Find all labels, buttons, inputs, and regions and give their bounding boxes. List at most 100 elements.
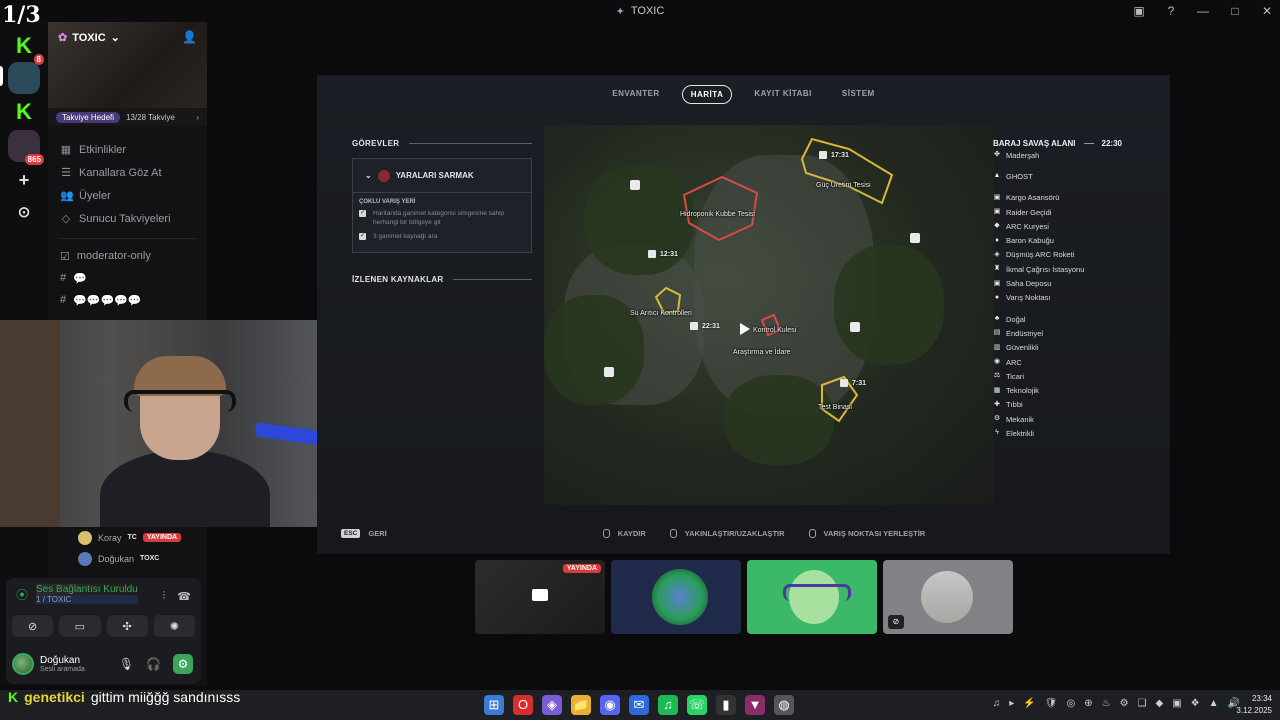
legend-item[interactable]: ♜ İkmal Çağrısı İstasyonu <box>993 262 1153 276</box>
taskbar-app-icon[interactable]: ♫ <box>658 695 678 715</box>
legend-item[interactable]: ✤ Maderşah <box>993 148 1153 162</box>
window-title-text: TOXIC <box>630 5 665 17</box>
nav-server-boosts[interactable]: ◇ Sunucu Takviyeleri <box>60 207 197 230</box>
legend-item[interactable]: ◉ ARC <box>993 355 1153 369</box>
tray-icon[interactable]: ▲ <box>1209 698 1219 709</box>
legend-item[interactable]: ⚖ Ticari <box>993 369 1153 383</box>
voice-status[interactable]: Ses Bağlantısı Kuruldu <box>36 584 138 595</box>
game-map[interactable]: Hidroponik Kubbe Tesisi Güç Üretim Tesis… <box>544 125 994 505</box>
discover-button[interactable]: ⊙ <box>8 196 40 228</box>
participant-tile[interactable] <box>611 560 741 634</box>
participant-tile-stream[interactable]: YAYINDA <box>475 560 605 634</box>
boost-goal-bar[interactable]: Takviye Hedefi 13/28 Takviye › <box>48 108 207 126</box>
help-icon[interactable]: ? <box>1164 4 1178 18</box>
tray-icon[interactable]: ♨ <box>1102 698 1111 709</box>
inbox-icon[interactable]: ▣ <box>1132 4 1146 18</box>
legend-item[interactable]: ▤ Endüstriyel <box>993 326 1153 340</box>
camera-off-button[interactable]: ⊘ <box>12 615 54 637</box>
tray-icon[interactable]: ◆ <box>1156 698 1164 709</box>
invite-people-icon[interactable]: 👤 <box>182 30 197 44</box>
legend-item[interactable]: ▥ Güvenlikli <box>993 341 1153 355</box>
disconnect-icon[interactable]: ☎ <box>177 590 191 603</box>
tray-icon[interactable]: ◎ <box>1066 698 1075 709</box>
tab-logbook[interactable]: KAYIT KİTABI <box>746 85 820 104</box>
legend-item[interactable]: ● Varış Noktası <box>993 291 1153 305</box>
map-marker-icon[interactable] <box>850 322 860 332</box>
voice-user[interactable]: Koray TC YAYINDA <box>48 527 207 548</box>
tray-icon[interactable]: ▣ <box>1172 698 1181 709</box>
nav-browse-channels[interactable]: ☰ Kanallara Göz At <box>60 161 197 184</box>
channel-chat-2[interactable]: # 💬💬💬💬💬 <box>48 289 207 311</box>
taskbar-app-icon[interactable]: O <box>513 695 533 715</box>
taskbar-app-icon[interactable]: ⊞ <box>484 695 504 715</box>
tray-icon[interactable]: ⚡ <box>1023 698 1035 709</box>
maximize-button[interactable]: □ <box>1228 4 1242 18</box>
voice-user[interactable]: Doğukan TOXC <box>48 548 207 569</box>
server-name[interactable]: ✿ TOXIC ⌄ <box>58 31 120 45</box>
tray-icon[interactable]: 🛡 <box>1045 698 1058 709</box>
participant-tile[interactable] <box>747 560 877 634</box>
legend-item[interactable]: ▣ Raider Geçidi <box>993 205 1153 219</box>
close-button[interactable]: ✕ <box>1260 4 1274 18</box>
noise-suppression-icon[interactable]: ⫶ <box>163 590 166 603</box>
avatar[interactable] <box>12 653 34 675</box>
microphone-icon[interactable]: 🎙 <box>119 657 134 671</box>
soundboard-button[interactable]: ✺ <box>153 615 195 637</box>
stream-view[interactable]: ENVANTER HARİTA KAYIT KİTABI SİSTEM GÖRE… <box>317 75 1170 554</box>
tray-icon[interactable]: ⊕ <box>1084 698 1092 709</box>
legend-item[interactable]: ⚙ Mekanik <box>993 412 1153 426</box>
headphones-icon[interactable]: 🎧 <box>146 657 161 671</box>
taskbar-app-icon[interactable]: ◍ <box>774 695 794 715</box>
channel-moderator-only[interactable]: ☑ moderator-only <box>48 245 207 267</box>
clock[interactable]: 23:34 3.12.2025 <box>1236 693 1272 717</box>
map-marker-icon[interactable] <box>604 367 614 377</box>
legend-item[interactable]: ♦ Baron Kabuğu <box>993 233 1153 247</box>
taskbar-app-icon[interactable]: ✉ <box>629 695 649 715</box>
quest-header[interactable]: ⌄ YARALARI SARMAK <box>353 159 531 193</box>
tab-map[interactable]: HARİTA <box>681 85 733 104</box>
legend-item[interactable]: ▣ Kargo Asansörü <box>993 191 1153 205</box>
back-hint[interactable]: GERİ <box>368 529 386 538</box>
tab-system[interactable]: SİSTEM <box>834 85 883 104</box>
tray-icon[interactable]: ▸ <box>1009 698 1014 709</box>
tray-icon[interactable]: ❖ <box>1191 698 1200 709</box>
activities-button[interactable]: ✣ <box>106 615 148 637</box>
nav-members[interactable]: 👥 Üyeler <box>60 184 197 207</box>
tab-inventory[interactable]: ENVANTER <box>604 85 667 104</box>
tray-icon[interactable]: ❏ <box>1138 698 1147 709</box>
quest-card[interactable]: ⌄ YARALARI SARMAK ÇOKLU VARIŞ YERİ ✓ Har… <box>352 158 532 253</box>
taskbar-app-icon[interactable]: ☏ <box>687 695 707 715</box>
taskbar-app-icon[interactable]: ◈ <box>542 695 562 715</box>
legend-item[interactable]: ◈ Düşmüş ARC Roketi <box>993 248 1153 262</box>
server-banner[interactable]: ✿ TOXIC ⌄ 👤 <box>48 22 207 108</box>
legend-item[interactable]: ✚ Tıbbi <box>993 398 1153 412</box>
legend-icon: ⚖ <box>993 372 1001 380</box>
tray-icon[interactable]: ⚙ <box>1120 698 1129 709</box>
server-folder[interactable]: 865 <box>8 130 44 165</box>
taskbar-app-icon[interactable]: ◉ <box>600 695 620 715</box>
tray-icon[interactable]: ♫ <box>993 698 1001 709</box>
legend-item[interactable]: ◆ ARC Kuryesi <box>993 219 1153 233</box>
participant-tile[interactable]: ⊘ <box>883 560 1013 634</box>
server-kick-1[interactable]: K 8 <box>8 30 44 65</box>
taskbar-app-icon[interactable]: ▮ <box>716 695 736 715</box>
minimize-button[interactable]: — <box>1196 4 1210 18</box>
taskbar-app-icon[interactable]: ▼ <box>745 695 765 715</box>
streamer-body <box>100 450 270 527</box>
nav-events[interactable]: ▦ Etkinlikler <box>60 138 197 161</box>
voice-channel[interactable]: 1 / TOXIC <box>36 595 138 604</box>
settings-gear-icon[interactable]: ⚙ <box>173 654 193 674</box>
server-kick-3[interactable]: K <box>8 96 40 128</box>
server-avatar-2[interactable] <box>8 62 40 94</box>
legend-item[interactable]: ▣ Saha Deposu <box>993 276 1153 290</box>
legend-item[interactable]: ϟ Elektrikli <box>993 426 1153 440</box>
legend-item[interactable]: ♣ Doğal <box>993 312 1153 326</box>
map-marker-icon[interactable] <box>630 180 640 190</box>
channel-chat[interactable]: # 💬 <box>48 267 207 289</box>
taskbar-app-icon[interactable]: 📁 <box>571 695 591 715</box>
map-marker-icon[interactable] <box>910 233 920 243</box>
legend-item[interactable]: ▦ Teknolojik <box>993 383 1153 397</box>
add-server-button[interactable]: + <box>8 164 40 196</box>
screen-share-button[interactable]: ▭ <box>59 615 101 637</box>
legend-item[interactable]: ▲ GHOST <box>993 169 1153 183</box>
